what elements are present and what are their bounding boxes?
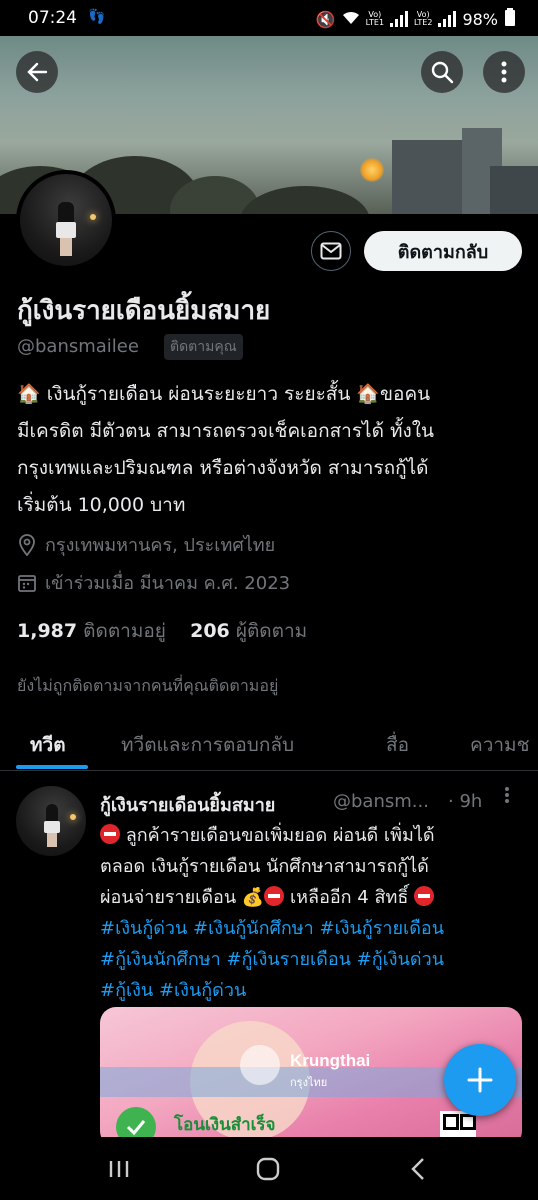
mail-icon: [320, 242, 342, 260]
status-bar: 07:24 👣 🔇 Vo) LTE1 Vo) LTE2 98%: [0, 0, 538, 36]
sim1-label: Vo) LTE1: [365, 10, 385, 27]
sun: [360, 158, 384, 182]
tweet-line: ลูกค้ารายเดือนขอเพิ่มยอด ผ่อนดี เพิ่มได้: [125, 825, 435, 846]
profile-avatar[interactable]: [16, 170, 116, 270]
recent-apps-button[interactable]: [108, 1159, 130, 1183]
tweet-body: ลูกค้ารายเดือนขอเพิ่มยอด ผ่อนดี เพิ่มได้…: [100, 820, 530, 1006]
joined-row: เข้าร่วมเมื่อ มีนาคม ค.ศ. 2023: [17, 568, 290, 597]
status-icons: 🔇 Vo) LTE1 Vo) LTE2 98%: [316, 8, 516, 30]
search-button[interactable]: [421, 51, 463, 93]
back-button[interactable]: [16, 51, 58, 93]
tweet-avatar[interactable]: [16, 786, 86, 856]
location-text: กรุงเทพมหานคร, ประเทศไทย: [45, 535, 276, 556]
following-count: 1,987: [17, 620, 78, 642]
tweet-line: ตลอด เงินกู้รายเดือน นักศึกษาสามารถกู้ได…: [100, 856, 429, 877]
no-entry-icon: [100, 824, 120, 844]
active-tab-indicator: [16, 765, 88, 769]
battery-icon: [504, 8, 516, 30]
chevron-left-icon: [411, 1158, 424, 1180]
more-vertical-icon: [501, 61, 507, 83]
battery-percent: 98%: [462, 9, 498, 29]
tweet-line: เหลืออีก 4 สิทธิ์: [290, 887, 409, 908]
home-icon: [256, 1157, 280, 1181]
profile-tabs: ทวีต ทวีตและการตอบกลับ สื่อ ความช: [0, 720, 538, 771]
user-handle: @bansmailee: [17, 336, 139, 357]
search-icon: [431, 61, 454, 84]
home-button[interactable]: [256, 1157, 280, 1185]
tweet-author-handle: @bansm...: [333, 791, 429, 812]
mute-icon: 🔇: [315, 9, 336, 29]
tweet-more-button[interactable]: [504, 786, 510, 809]
media-success-text: โอนเงินสำเร็จ: [174, 1115, 276, 1135]
followers-stat[interactable]: 206 ผู้ติดตาม: [190, 620, 307, 642]
followers-label: ผู้ติดตาม: [235, 620, 308, 642]
no-entry-icon: [414, 886, 435, 906]
krungthai-logo: [240, 1045, 280, 1085]
bio-line: กรุงเทพและปริมณฑล หรือต่างจังหวัด สามารถ…: [17, 457, 429, 479]
follows-you-badge: ติดตามคุณ: [164, 334, 243, 360]
status-time: 07:24: [28, 8, 77, 28]
tweet-timestamp: · 9h: [448, 791, 483, 812]
bio-line: เริ่มต้น 10,000 บาท: [17, 494, 186, 516]
display-name: กู้เงินรายเดือนยิ้มสมาย: [17, 296, 271, 326]
location-row: กรุงเทพมหานคร, ประเทศไทย: [17, 530, 275, 559]
bio-line: 🏠 เงินกู้รายเดือน ผ่อนระยะยาว ระยะสั้น 🏠…: [17, 383, 431, 405]
compose-tweet-button[interactable]: [444, 1044, 516, 1116]
following-label: ติดตามอยู่: [83, 620, 166, 642]
tweet-hashtags[interactable]: #กู้เงินนักศึกษา #กู้เงินรายเดือน #กู้เง…: [100, 944, 530, 975]
following-stat[interactable]: 1,987 ติดตามอยู่: [17, 620, 166, 642]
media-brand: Krungthai: [290, 1051, 371, 1070]
tweet-hashtags[interactable]: #เงินกู้ด่วน #เงินกู้นักศึกษา #เงินกู้รา…: [100, 913, 530, 944]
follow-stats: 1,987 ติดตามอยู่ 206 ผู้ติดตาม: [17, 616, 307, 646]
follow-back-button[interactable]: ติดตามกลับ: [364, 231, 522, 271]
tab-tweets-replies[interactable]: ทวีตและการตอบกลับ: [121, 730, 294, 760]
recent-apps-icon: [109, 1161, 129, 1177]
profile-bio: 🏠 เงินกู้รายเดือน ผ่อนระยะยาว ระยะสั้น 🏠…: [17, 376, 527, 524]
system-nav-bar: [0, 1137, 538, 1200]
joined-text: เข้าร่วมเมื่อ มีนาคม ค.ศ. 2023: [45, 573, 291, 594]
more-vertical-icon: [505, 787, 509, 803]
sim2-label: Vo) LTE2: [414, 10, 433, 27]
signal-2-icon: [438, 11, 457, 27]
calendar-icon: [18, 574, 36, 592]
tweet-hashtags[interactable]: #กู้เงิน #เงินกู้ด่วน: [100, 975, 530, 1006]
tab-media[interactable]: สื่อ: [386, 730, 409, 760]
signal-1-icon: [390, 11, 409, 27]
tab-likes[interactable]: ความช: [470, 730, 529, 760]
tweet-line: ผ่อนจ่ายรายเดือน 💰: [100, 887, 265, 908]
bio-line: มีเครดิต มีตัวตน สามารถตรวจเช็คเอกสารได้…: [17, 420, 435, 442]
media-brand-th: กรุงไทย: [290, 1076, 328, 1089]
more-options-button[interactable]: [483, 51, 525, 93]
not-followed-note: ยังไม่ถูกติดตามจากคนที่คุณติดตามอยู่: [17, 676, 279, 695]
message-button[interactable]: [311, 231, 351, 271]
steps-icon: 👣: [88, 9, 106, 25]
location-pin-icon: [19, 533, 35, 556]
back-nav-button[interactable]: [410, 1157, 426, 1185]
arrow-left-icon: [27, 62, 48, 82]
wifi-icon: [342, 10, 360, 29]
no-entry-icon: [264, 886, 285, 906]
tab-tweets[interactable]: ทวีต: [30, 730, 66, 760]
followers-count: 206: [190, 620, 230, 642]
tweet-author-name[interactable]: กู้เงินรายเดือนยิ้มสมาย: [100, 790, 275, 819]
plus-icon: [467, 1067, 493, 1093]
